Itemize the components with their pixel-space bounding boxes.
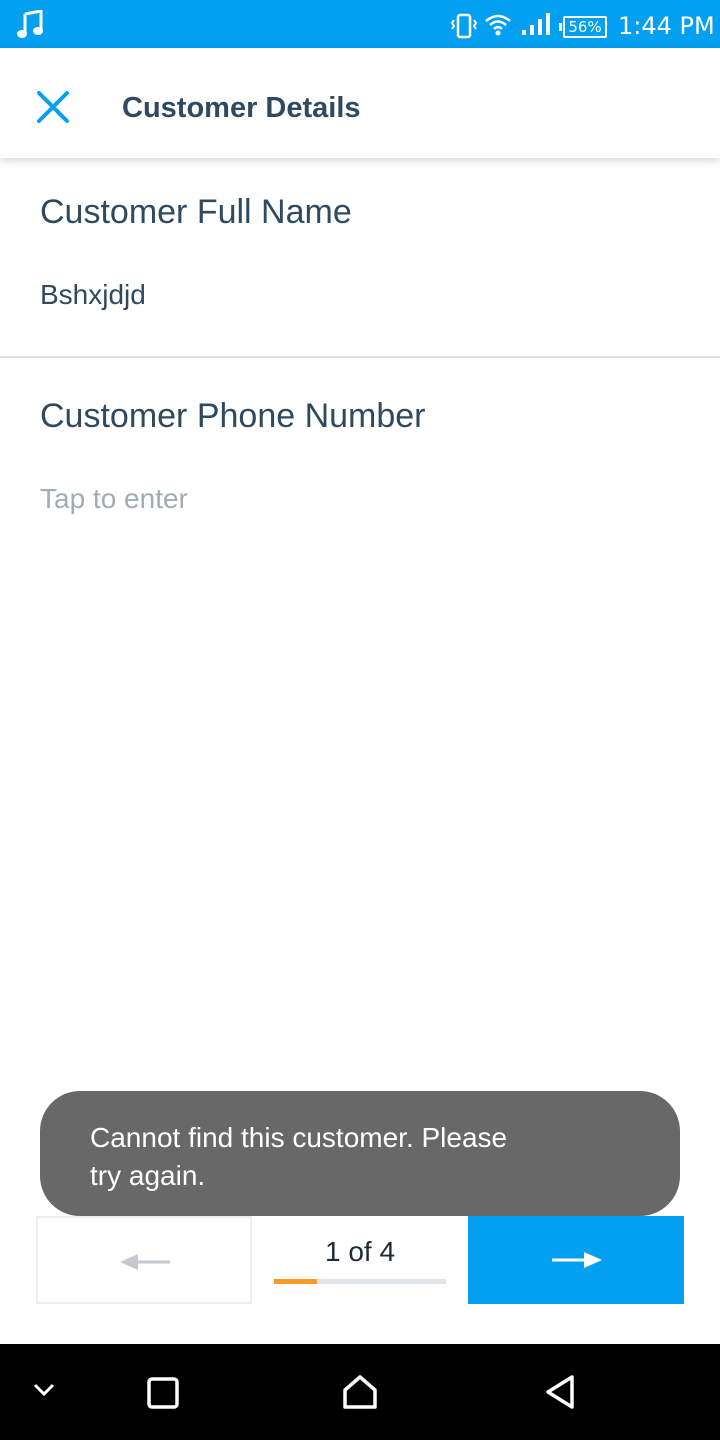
customer-full-name-label: Customer Full Name <box>40 193 352 231</box>
signal-icon <box>522 13 550 35</box>
recents-icon[interactable] <box>146 1376 180 1410</box>
system-nav-bar <box>0 1344 720 1440</box>
arrow-right-icon <box>552 1252 602 1268</box>
status-bar: 56% 1:44 PM <box>0 0 720 48</box>
status-time: 1:44 PM <box>618 12 715 40</box>
vibrate-icon <box>450 13 478 39</box>
progress-fill <box>274 1279 317 1284</box>
home-icon[interactable] <box>342 1374 378 1410</box>
error-toast: Cannot find this customer. Please try ag… <box>40 1091 680 1216</box>
progress-bar <box>274 1279 446 1284</box>
divider <box>0 356 720 358</box>
page-counter: 1 of 4 <box>324 1236 396 1267</box>
music-note-icon <box>17 10 43 38</box>
page-title: Customer Details <box>122 92 361 124</box>
customer-phone-input[interactable]: Tap to enter <box>40 483 188 515</box>
chevron-down-icon[interactable] <box>32 1382 56 1398</box>
app-header: Customer Details <box>0 48 720 158</box>
arrow-left-icon <box>120 1254 170 1270</box>
back-icon[interactable] <box>544 1374 576 1410</box>
next-button[interactable] <box>468 1216 684 1304</box>
customer-full-name-value[interactable]: Bshxjdjd <box>40 279 146 311</box>
close-icon[interactable] <box>34 88 72 126</box>
previous-button[interactable] <box>36 1216 252 1304</box>
wifi-icon <box>485 14 511 36</box>
customer-phone-label: Customer Phone Number <box>40 397 426 435</box>
battery-icon: 56% <box>559 16 607 38</box>
toast-message: Cannot find this customer. Please try ag… <box>90 1122 508 1191</box>
